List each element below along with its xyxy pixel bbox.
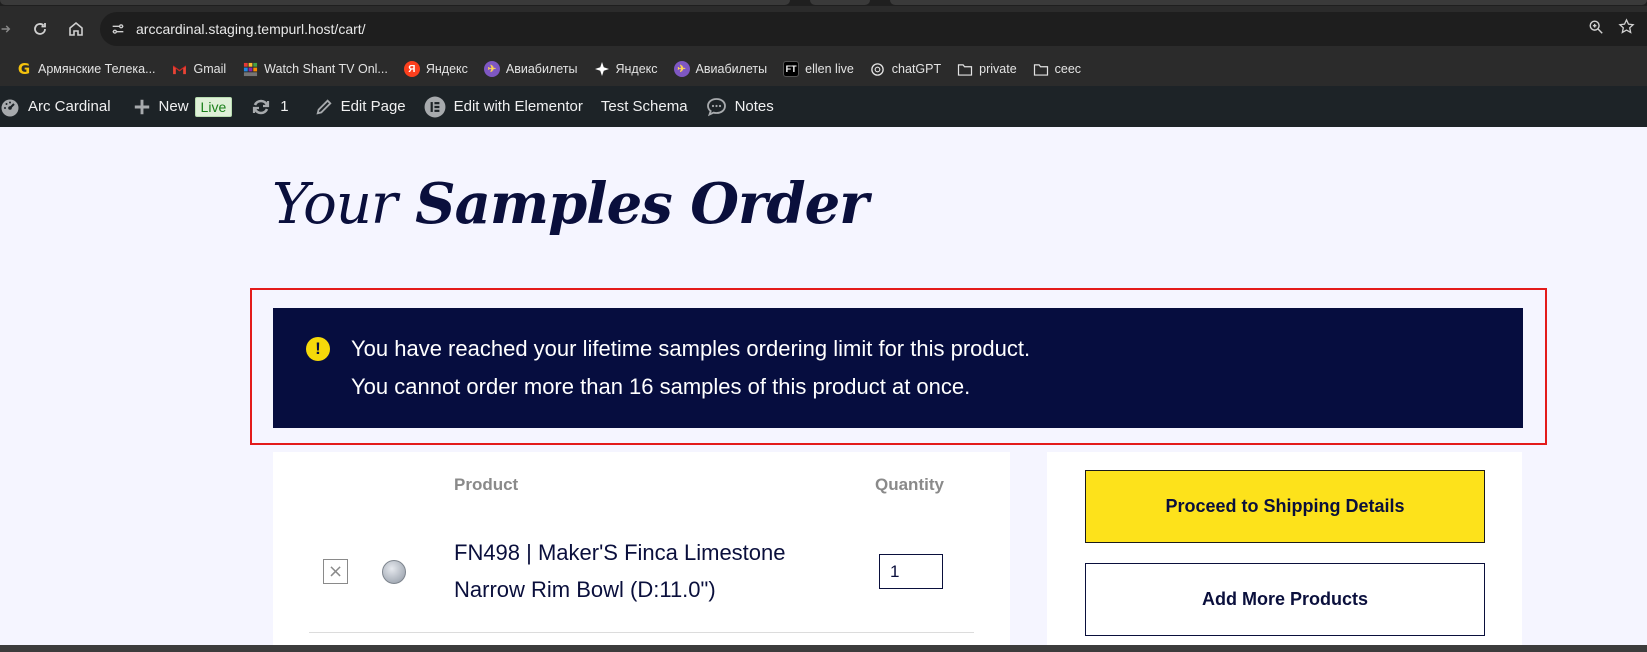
folder-icon [1033, 61, 1049, 77]
openai-icon [870, 61, 886, 77]
elementor-icon [424, 96, 446, 117]
row-divider [309, 632, 974, 633]
omnibox-actions [1588, 12, 1647, 46]
bookmark-label: Яндекс [425, 62, 468, 76]
globe-icon: ✈ [483, 61, 500, 77]
browser-toolbar: arccardinal.staging.tempurl.host/cart/ [0, 6, 1647, 52]
admin-notes[interactable]: Notes [697, 86, 783, 127]
url-text[interactable]: arccardinal.staging.tempurl.host/cart/ [136, 21, 366, 37]
warning-icon: ! [306, 337, 330, 361]
pencil-icon [316, 98, 332, 115]
add-more-products-button[interactable]: Add More Products [1085, 563, 1485, 636]
sparkle-icon [594, 61, 610, 77]
close-icon: × [327, 561, 344, 582]
admin-site-name[interactable]: Arc Cardinal [0, 86, 120, 127]
site-name-label: Arc Cardinal [28, 98, 111, 115]
bookmark-item[interactable]: private [949, 56, 1025, 82]
folder-icon [957, 61, 973, 77]
edit-elementor-label: Edit with Elementor [453, 98, 583, 115]
bookmark-item[interactable]: Яндекс [586, 56, 666, 82]
bookmark-star-icon[interactable] [1618, 18, 1635, 40]
new-label: New [158, 98, 189, 115]
bookmark-item[interactable]: Я Яндекс [396, 56, 476, 82]
active-tab-edge[interactable] [0, 0, 790, 5]
tv-icon [242, 61, 258, 77]
bookmark-item[interactable]: chatGPT [862, 56, 949, 82]
bookmark-label: Авиабилеты [695, 62, 768, 76]
bookmark-item[interactable]: Watch Shant TV Onl... [234, 56, 396, 82]
reload-icon[interactable] [24, 13, 56, 45]
product-thumbnail[interactable] [382, 560, 406, 584]
bookmark-label: Армянские Телека... [38, 62, 156, 76]
bottom-edge [0, 645, 1647, 652]
bookmark-item[interactable]: FT ellen live [775, 56, 862, 82]
bookmark-label: Авиабилеты [505, 62, 578, 76]
product-name-link[interactable]: FN498 | Maker'S Finca Limestone Narrow R… [454, 534, 814, 608]
quantity-input[interactable]: 1 [879, 554, 943, 589]
forward-icon[interactable] [0, 13, 14, 45]
bookmark-label: Gmail [193, 62, 227, 76]
address-bar[interactable]: arccardinal.staging.tempurl.host/cart/ [100, 12, 1647, 46]
bookmark-item[interactable]: ✈ Авиабилеты [666, 56, 776, 82]
column-header-quantity: Quantity [875, 475, 944, 494]
bookmarks-bar: G Армянские Телека... Gmail Watch Shant … [0, 52, 1647, 86]
column-header-product: Product [454, 475, 519, 494]
admin-new[interactable]: New Live [124, 86, 242, 127]
updates-icon [253, 99, 270, 114]
live-badge: Live [194, 96, 233, 117]
speech-bubble-icon [706, 97, 726, 116]
bookmark-label: ceec [1054, 62, 1082, 76]
notice-line-1: You have reached your lifetime samples o… [351, 336, 1031, 361]
plus-icon [134, 99, 149, 114]
bookmark-label: private [979, 62, 1017, 76]
bookmark-item[interactable]: ✈ Авиабилеты [476, 56, 586, 82]
dashboard-icon [1, 99, 19, 116]
admin-test-schema[interactable]: Test Schema [592, 86, 697, 127]
bookmark-label: chatGPT [891, 62, 942, 76]
ft-icon: FT [783, 61, 800, 77]
zoom-icon[interactable] [1588, 19, 1604, 40]
site-info-icon[interactable] [108, 19, 128, 39]
bookmark-label: Watch Shant TV Onl... [264, 62, 388, 76]
page-title-bold: Samples Order [415, 171, 869, 237]
admin-updates[interactable]: 1 [241, 86, 297, 127]
bookmark-item[interactable]: G Армянские Телека... [8, 56, 164, 82]
gmail-icon [172, 61, 188, 77]
notes-label: Notes [734, 98, 774, 115]
edit-page-label: Edit Page [340, 98, 406, 115]
page-title: Your Samples Order [272, 171, 869, 237]
bookmark-label: Яндекс [615, 62, 658, 76]
proceed-to-shipping-button[interactable]: Proceed to Shipping Details [1085, 470, 1485, 543]
wp-admin-bar: Arc Cardinal New Live 1 Edit Page Edit w… [0, 86, 1647, 127]
error-notice: ! You have reached your lifetime samples… [273, 308, 1523, 428]
updates-count: 1 [280, 98, 289, 115]
bookmark-label: ellen live [805, 62, 854, 76]
bookmark-item[interactable]: Gmail [164, 56, 235, 82]
bookmark-item[interactable]: ceec [1025, 56, 1089, 82]
admin-edit-elementor[interactable]: Edit with Elementor [415, 86, 592, 127]
home-icon[interactable] [60, 13, 92, 45]
yandex-icon: Я [403, 61, 420, 77]
page-content: Your Samples Order ! You have reached yo… [0, 127, 1647, 652]
tab-edge[interactable] [890, 0, 1647, 5]
globe-icon: ✈ [673, 61, 690, 77]
test-schema-label: Test Schema [600, 98, 688, 115]
notice-line-2: You cannot order more than 16 samples of… [351, 374, 971, 399]
remove-item-button[interactable]: × [323, 559, 348, 584]
tab-edge[interactable] [810, 0, 870, 5]
page-title-light: Your [272, 172, 398, 237]
google-g-icon: G [17, 60, 31, 78]
admin-edit-page[interactable]: Edit Page [306, 86, 415, 127]
